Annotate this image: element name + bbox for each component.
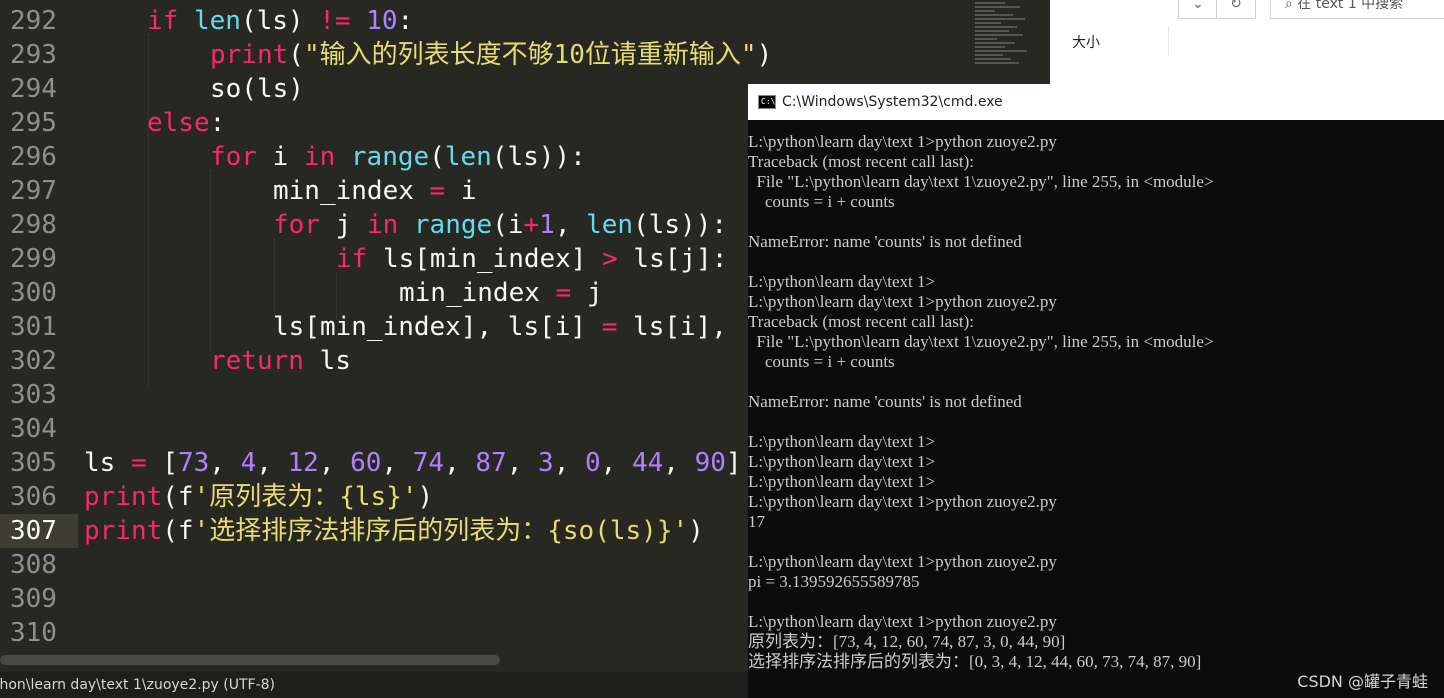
cmd-line: L:\python\learn day\text 1>: [748, 452, 936, 471]
code-line: return ls: [210, 346, 351, 376]
cmd-line: File "L:\python\learn day\text 1\zuoye2.…: [748, 172, 1214, 191]
cmd-line: [748, 212, 1444, 232]
cmd-line: [748, 372, 1444, 392]
cmd-line: counts = i + counts: [748, 352, 895, 371]
line-number: 300: [10, 278, 57, 308]
code-line-current: print(f'选择排序法排序后的列表为：{so(ls)}'): [84, 516, 704, 546]
line-number: 296: [10, 142, 57, 172]
code-line: ls = [73, 4, 12, 60, 74, 87, 3, 0, 44, 9…: [84, 448, 742, 478]
line-number: 303: [10, 380, 57, 410]
code-line: print(f'原列表为：{ls}'): [84, 482, 434, 512]
cmd-title-bar[interactable]: C:\ C:\Windows\System32\cmd.exe: [748, 84, 1444, 120]
cmd-line: Traceback (most recent call last):: [748, 152, 974, 171]
code-line: so(ls): [210, 74, 304, 104]
indent-guide: [148, 34, 150, 388]
line-number: 310: [10, 618, 57, 648]
code-line: for i in range(len(ls)):: [210, 142, 586, 172]
code-line: if len(ls) != 10:: [147, 6, 414, 36]
line-number: 301: [10, 312, 57, 342]
line-number: 295: [10, 108, 57, 138]
status-bar: thon\learn day\text 1\zuoye2.py (UTF-8): [0, 672, 760, 698]
cmd-icon: C:\: [758, 95, 776, 109]
cmd-line: L:\python\learn day\text 1>: [748, 272, 936, 291]
code-line: print("输入的列表长度不够10位请重新输入"): [210, 40, 773, 70]
line-number: 297: [10, 176, 57, 206]
line-number: 299: [10, 244, 57, 274]
cmd-line: [748, 532, 1444, 552]
line-number: 298: [10, 210, 57, 240]
cmd-window[interactable]: C:\ C:\Windows\System32\cmd.exe L:\pytho…: [748, 84, 1444, 698]
minimap[interactable]: [975, 0, 1035, 90]
line-number: 304: [10, 414, 57, 444]
code-line: if ls[min_index] > ls[j]:: [336, 244, 728, 274]
cmd-line: Traceback (most recent call last):: [748, 312, 974, 331]
cmd-line: counts = i + counts: [748, 192, 895, 211]
cmd-line: [748, 412, 1444, 432]
status-file-path: thon\learn day\text 1\zuoye2.py (UTF-8): [0, 677, 276, 693]
line-number: 309: [10, 584, 57, 614]
cmd-line: L:\python\learn day\text 1>python zuoye2…: [748, 492, 1057, 511]
code-line: else:: [147, 108, 226, 138]
line-number: 305: [10, 448, 57, 478]
line-number: 292: [10, 6, 57, 36]
file-explorer: ⌄ ↻ ⌕ 在 text 1 中搜索 大小: [1050, 0, 1444, 84]
cmd-line: L:\python\learn day\text 1>python zuoye2…: [748, 552, 1057, 571]
cmd-line: L:\python\learn day\text 1>: [748, 472, 936, 491]
cmd-line: File "L:\python\learn day\text 1\zuoye2.…: [748, 332, 1214, 351]
cmd-line: NameError: name 'counts' is not defined: [748, 232, 1022, 251]
cmd-line: [748, 592, 1444, 612]
cmd-line: NameError: name 'counts' is not defined: [748, 392, 1022, 411]
cmd-line: L:\python\learn day\text 1>: [748, 432, 936, 451]
code-line: for j in range(i+1, len(ls)):: [273, 210, 728, 240]
cmd-line: pi = 3.139592655589785: [748, 572, 920, 591]
code-line: ls[min_index], ls[i] = ls[i],: [273, 312, 727, 342]
column-divider: [1168, 26, 1169, 56]
indent-guide: [274, 238, 276, 320]
search-input[interactable]: ⌕ 在 text 1 中搜索: [1270, 0, 1444, 19]
horizontal-scrollbar[interactable]: [0, 655, 500, 665]
line-number: 294: [10, 74, 57, 104]
watermark: CSDN @罐子青蛙: [1297, 672, 1428, 691]
cmd-line: L:\python\learn day\text 1>python zuoye2…: [748, 292, 1057, 311]
line-number: 306: [10, 482, 57, 512]
line-number: 307: [10, 516, 57, 546]
line-number: 308: [10, 550, 57, 580]
cmd-output[interactable]: L:\python\learn day\text 1>python zuoye2…: [748, 132, 1444, 672]
indent-guide: [210, 170, 212, 354]
line-number: 302: [10, 346, 57, 376]
line-number: 293: [10, 40, 57, 70]
cmd-line: [748, 252, 1444, 272]
chevron-down-icon[interactable]: ⌄: [1178, 0, 1218, 19]
search-placeholder: ⌕ 在 text 1 中搜索: [1285, 0, 1404, 12]
column-header-size[interactable]: 大小: [1072, 32, 1100, 52]
cmd-line: L:\python\learn day\text 1>python zuoye2…: [748, 132, 1057, 151]
refresh-icon[interactable]: ↻: [1216, 0, 1256, 19]
window-title: C:\Windows\System32\cmd.exe: [782, 94, 1003, 110]
cmd-line: L:\python\learn day\text 1>python zuoye2…: [748, 612, 1057, 631]
cmd-line: 原列表为：[73, 4, 12, 60, 74, 87, 3, 0, 44, 9…: [748, 632, 1066, 651]
code-line: min_index = i: [273, 176, 477, 206]
cmd-line: 17: [748, 512, 765, 531]
code-line: min_index = j: [399, 278, 603, 308]
